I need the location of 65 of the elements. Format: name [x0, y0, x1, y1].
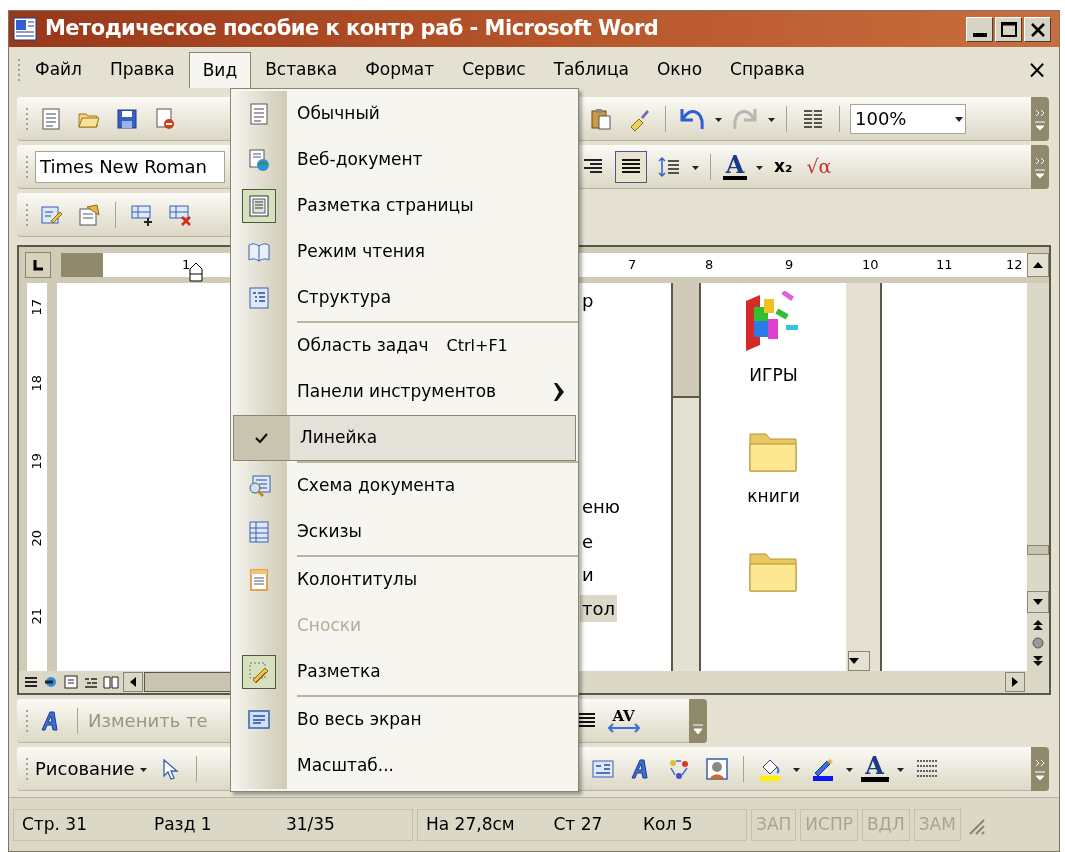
- zoom-value: 100%: [855, 107, 908, 131]
- ruler-number: 12: [1006, 256, 1023, 274]
- file-label: ИГРЫ: [749, 364, 798, 387]
- file-label: книги: [747, 484, 800, 508]
- status-text: 31/35: [285, 812, 336, 836]
- document-text: е: [581, 530, 595, 554]
- status-indicator: ВДЛ: [861, 808, 910, 841]
- font-field[interactable]: Times New Roman: [35, 150, 225, 183]
- close-document-button[interactable]: ×: [1026, 58, 1047, 82]
- status-indicator: ЗАП: [751, 808, 797, 841]
- ruler-number: 18: [28, 375, 45, 392]
- menu-item[interactable]: Схема документа: [231, 463, 578, 509]
- subscript-button[interactable]: x₂: [770, 153, 797, 180]
- status-text: Кол 5: [643, 812, 694, 836]
- spacing-glyph: AV: [612, 708, 635, 723]
- status-text: Стр. 31: [22, 812, 88, 836]
- document-text: р: [581, 289, 595, 313]
- menu-item[interactable]: Правка: [95, 52, 189, 88]
- menu-item[interactable]: Колонтитулы: [231, 557, 578, 603]
- status-indicator: ИСПР: [800, 808, 858, 841]
- menu-item[interactable]: Во весь экран: [231, 697, 578, 743]
- ruler-number: 20: [28, 530, 45, 547]
- ruler-number: 21: [28, 608, 45, 625]
- menu-item[interactable]: Таблица: [539, 52, 643, 88]
- ruler-number: 17: [28, 299, 45, 316]
- ruler-number: 1: [182, 256, 191, 274]
- status-indicator: ЗАМ: [913, 808, 961, 841]
- ruler-number: 7: [628, 256, 637, 274]
- menu-item[interactable]: Вид: [188, 52, 252, 88]
- document-text: тол: [580, 595, 617, 622]
- ruler-number: 11: [936, 256, 953, 274]
- font-color-button[interactable]: A: [859, 755, 890, 782]
- menu-item[interactable]: Разметка страницы: [231, 183, 578, 229]
- menu-item[interactable]: Панели инструментов: [231, 369, 578, 415]
- menu-item[interactable]: Структура: [231, 275, 578, 321]
- document-text: и: [581, 563, 595, 587]
- status-text: Разд 1: [153, 812, 213, 836]
- zoom-field[interactable]: 100%: [850, 103, 966, 134]
- menu-item[interactable]: Сервис: [448, 52, 540, 88]
- document-text: еню: [581, 495, 621, 519]
- menu-item[interactable]: Вставка: [251, 52, 352, 88]
- menu-item[interactable]: Окно: [642, 52, 717, 88]
- character-spacing-button[interactable]: AV: [607, 708, 640, 733]
- menu-item[interactable]: Область задач Ctrl+F1: [231, 323, 578, 369]
- ruler-number: 10: [862, 256, 879, 274]
- window-title: Методическое пособие к контр раб - Microsoft Word: [45, 15, 660, 43]
- status-text: Ст 27: [553, 812, 604, 836]
- font-color-glyph: A: [865, 755, 884, 777]
- ruler-number: 9: [785, 256, 794, 274]
- menu-item[interactable]: Режим чтения: [231, 229, 578, 275]
- drawing-menu-button[interactable]: Рисование: [35, 755, 148, 782]
- menu-item[interactable]: Справка: [716, 52, 819, 88]
- drawing-menu-label: Рисование: [35, 757, 135, 781]
- menu-item[interactable]: Обычный: [231, 91, 578, 137]
- menu-item[interactable]: Веб-документ: [231, 137, 578, 183]
- menu-item[interactable]: Масштаб...: [231, 743, 578, 789]
- ruler-number: 19: [28, 453, 45, 470]
- ruler-number: 8: [705, 256, 714, 274]
- menu-item[interactable]: Линейка: [233, 415, 576, 461]
- menu-item[interactable]: Файл: [21, 52, 96, 88]
- equation-button[interactable]: √α: [802, 152, 836, 181]
- menu-item[interactable]: Эскизы: [231, 509, 578, 555]
- status-text: На 27,8см: [426, 812, 516, 836]
- menu-item[interactable]: Формат: [351, 52, 449, 88]
- menu-item[interactable]: Разметка: [231, 649, 578, 695]
